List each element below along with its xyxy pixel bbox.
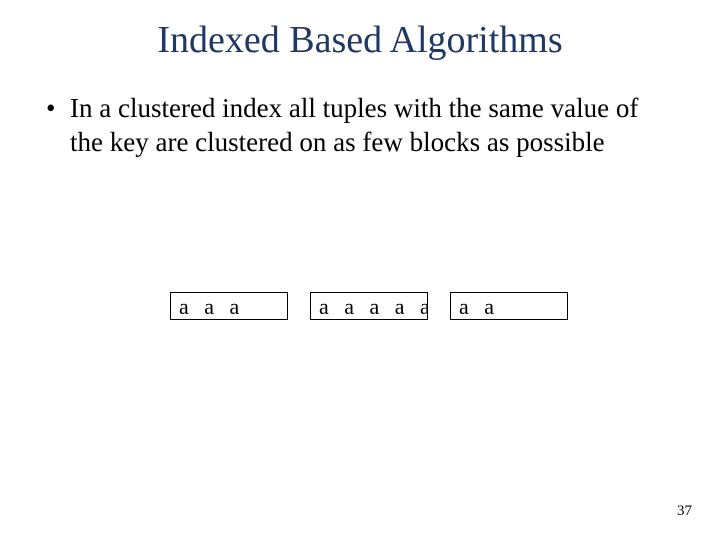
block-1: a a a: [170, 292, 288, 320]
block-diagram: a a a a a a a a a a: [170, 292, 568, 320]
slide-body: • In a clustered index all tuples with t…: [0, 62, 720, 160]
bullet-text: In a clustered index all tuples with the…: [70, 92, 670, 160]
page-number: 37: [677, 503, 692, 520]
slide: Indexed Based Algorithms • In a clustere…: [0, 0, 720, 540]
slide-title: Indexed Based Algorithms: [0, 0, 720, 62]
block-3: a a: [450, 292, 568, 320]
bullet-item: • In a clustered index all tuples with t…: [70, 92, 670, 160]
bullet-marker: •: [46, 92, 70, 160]
block-2: a a a a a: [310, 292, 428, 320]
